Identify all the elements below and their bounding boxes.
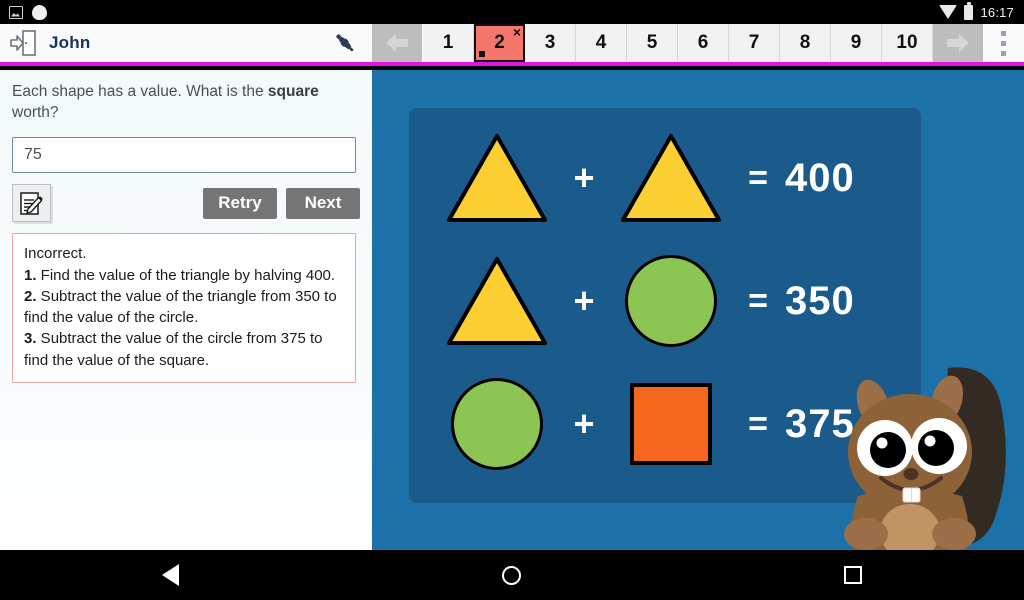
exit-door-icon[interactable] bbox=[9, 29, 39, 57]
user-name-label: John bbox=[49, 33, 91, 52]
tab-label: 8 bbox=[799, 32, 811, 53]
tab-label: 4 bbox=[595, 32, 607, 53]
equation-3-right-shape bbox=[611, 383, 731, 465]
feedback-step-3: 3. Subtract the value of the circle from… bbox=[24, 328, 345, 371]
more-options-icon[interactable] bbox=[983, 24, 1023, 62]
blob-icon bbox=[32, 4, 47, 20]
tab-page-10[interactable]: 10 bbox=[882, 24, 933, 62]
equation-1-value: 400 bbox=[785, 155, 855, 200]
feedback-step-3-number: 3. bbox=[24, 330, 37, 348]
kebab-dot bbox=[1000, 30, 1006, 36]
puzzle-panel: + = 400 + = 350 + = 375 bbox=[372, 70, 1024, 550]
equation-3-equals: = bbox=[748, 404, 768, 443]
close-icon[interactable]: × bbox=[513, 25, 521, 39]
status-bar-clock: 16:17 bbox=[980, 4, 1014, 20]
tab-label: 2 bbox=[494, 32, 505, 53]
feedback-step-3-text: Subtract the value of the circle from 37… bbox=[24, 330, 323, 369]
equation-row-2: + = 350 bbox=[409, 241, 921, 361]
tab-label: 10 bbox=[896, 32, 918, 53]
question-text: Each shape has a value. What is the squa… bbox=[12, 82, 360, 123]
square-shape bbox=[630, 383, 712, 465]
android-nav-bar bbox=[0, 550, 1024, 600]
feedback-step-1-number: 1. bbox=[24, 266, 37, 284]
feedback-step-1: 1. Find the value of the triangle by hal… bbox=[24, 265, 345, 286]
tab-status-dot bbox=[479, 51, 485, 57]
equation-3-left-shape bbox=[437, 378, 557, 470]
tab-page-2[interactable]: 2 × bbox=[474, 24, 525, 62]
tabs-prev-button[interactable] bbox=[372, 24, 422, 62]
tab-page-9[interactable]: 9 bbox=[831, 24, 882, 62]
answer-buttons: Retry Next bbox=[203, 187, 360, 219]
equation-2-operator: + bbox=[573, 280, 595, 321]
equation-1-equals: = bbox=[748, 158, 768, 197]
tab-label: 9 bbox=[850, 32, 862, 53]
tab-label: 3 bbox=[544, 32, 556, 53]
feedback-box: Incorrect. 1. Find the value of the tria… bbox=[12, 233, 356, 383]
feedback-step-2: 2. Subtract the value of the triangle fr… bbox=[24, 286, 345, 329]
equation-1-operator: + bbox=[573, 157, 595, 198]
question-panel: Each shape has a value. What is the squa… bbox=[0, 70, 372, 550]
equation-2-value: 350 bbox=[785, 278, 855, 323]
tabs-next-button[interactable] bbox=[933, 24, 983, 62]
tab-label: 7 bbox=[748, 32, 760, 53]
app-header-bar: John 1 2 × 3 4 5 6 7 8 9 10 bbox=[0, 24, 1024, 66]
equation-row-1: + = 400 bbox=[409, 118, 921, 238]
circle-shape bbox=[451, 378, 543, 470]
wifi-icon bbox=[939, 5, 958, 19]
nav-back-icon[interactable] bbox=[161, 564, 179, 586]
tab-label: 1 bbox=[442, 32, 454, 53]
equation-1-right-shape bbox=[611, 132, 731, 224]
answer-input-value: 75 bbox=[24, 146, 42, 164]
feedback-step-2-text: Subtract the value of the triangle from … bbox=[24, 287, 337, 327]
equation-1-left-shape bbox=[437, 132, 557, 224]
tab-label: 6 bbox=[697, 32, 709, 53]
triangle-shape bbox=[621, 134, 721, 222]
equation-2-equals: = bbox=[748, 281, 768, 320]
equation-2-left-shape bbox=[437, 255, 557, 347]
triangle-shape bbox=[447, 134, 547, 222]
brand-area: John bbox=[0, 24, 320, 62]
screenshot-icon bbox=[9, 5, 23, 19]
battery-icon bbox=[964, 1, 974, 20]
next-button[interactable]: Next bbox=[286, 187, 360, 219]
edit-note-button[interactable] bbox=[12, 184, 51, 223]
tab-page-8[interactable]: 8 bbox=[780, 24, 831, 62]
status-bar-right-icons: 16:17 bbox=[939, 1, 1024, 20]
squirrel-mascot bbox=[840, 356, 1024, 550]
app-root: 16:17 John 1 2 × 3 4 5 6 7 8 9 10 Each s… bbox=[0, 0, 1024, 600]
kebab-dot bbox=[1000, 50, 1006, 56]
question-text-part2: worth? bbox=[12, 103, 59, 121]
circle-shape bbox=[625, 255, 717, 347]
retry-button[interactable]: Retry bbox=[203, 187, 277, 219]
tab-page-7[interactable]: 7 bbox=[729, 24, 780, 62]
nav-recents-icon[interactable] bbox=[844, 566, 863, 584]
tab-page-4[interactable]: 4 bbox=[576, 24, 627, 62]
feedback-step-1-text: Find the value of the triangle by halvin… bbox=[36, 266, 336, 284]
page-tabs: 1 2 × 3 4 5 6 7 8 9 10 bbox=[372, 24, 983, 62]
equation-3-operator: + bbox=[573, 403, 595, 444]
android-status-bar: 16:17 bbox=[0, 0, 1024, 24]
status-bar-left-icons bbox=[0, 4, 47, 20]
tab-page-1[interactable]: 1 bbox=[423, 24, 474, 62]
tab-page-6[interactable]: 6 bbox=[678, 24, 729, 62]
tab-label: 5 bbox=[646, 32, 658, 53]
action-row: Retry Next bbox=[12, 184, 360, 223]
pen-icon bbox=[336, 34, 354, 52]
feedback-headline: Incorrect. bbox=[24, 245, 87, 263]
tab-page-5[interactable]: 5 bbox=[627, 24, 678, 62]
feedback-step-2-number: 2. bbox=[24, 287, 37, 305]
answer-input[interactable]: 75 bbox=[12, 137, 356, 174]
question-text-bold: square bbox=[267, 83, 319, 100]
pen-tool-button[interactable] bbox=[320, 24, 370, 62]
nav-home-icon[interactable] bbox=[501, 565, 521, 585]
question-text-part1: Each shape has a value. What is the bbox=[12, 83, 268, 100]
equation-2-right-shape bbox=[611, 255, 731, 347]
tab-page-3[interactable]: 3 bbox=[525, 24, 576, 62]
edit-note-icon bbox=[20, 191, 43, 215]
kebab-dot bbox=[1000, 40, 1006, 46]
triangle-shape bbox=[447, 257, 547, 345]
